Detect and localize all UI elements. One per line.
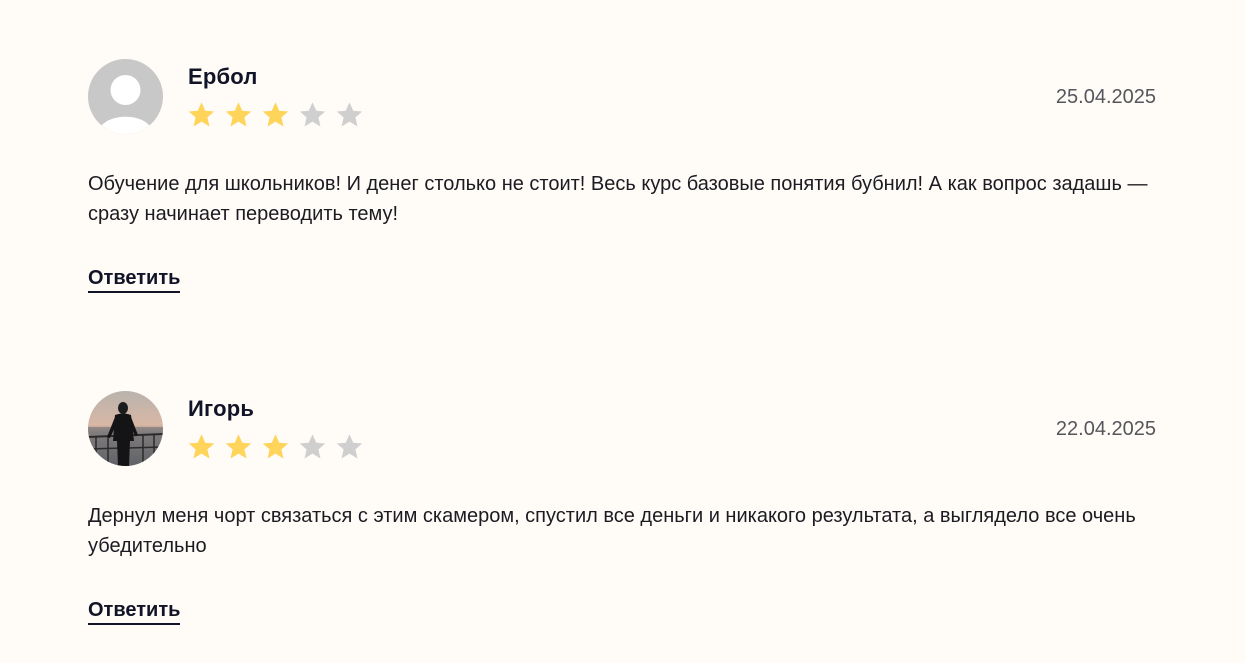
reply-link[interactable]: Ответить xyxy=(88,266,181,293)
star-empty-icon xyxy=(335,101,364,129)
star-filled-icon xyxy=(261,101,290,129)
review-text: Дернул меня чорт связаться с этим скамер… xyxy=(88,505,1136,557)
review-date: 25.04.2025 xyxy=(1055,86,1156,108)
star-filled-icon xyxy=(187,433,216,461)
star-empty-icon xyxy=(335,433,364,461)
star-filled-icon xyxy=(261,433,290,461)
avatar xyxy=(88,59,163,134)
star-rating xyxy=(187,433,364,461)
review-date: 22.04.2025 xyxy=(1055,418,1156,440)
review-author: Игорь xyxy=(188,396,255,421)
star-filled-icon xyxy=(224,101,253,129)
review-text: Обучение для школьников! И денег столько… xyxy=(88,173,1148,225)
star-rating xyxy=(187,101,364,129)
reply-link[interactable]: Ответить xyxy=(88,598,181,625)
star-empty-icon xyxy=(298,433,327,461)
star-filled-icon xyxy=(224,433,253,461)
star-empty-icon xyxy=(298,101,327,129)
review-author: Ербол xyxy=(188,64,258,89)
user-photo xyxy=(88,391,163,466)
star-filled-icon xyxy=(187,101,216,129)
default-user-icon xyxy=(88,59,163,134)
avatar xyxy=(88,391,163,466)
